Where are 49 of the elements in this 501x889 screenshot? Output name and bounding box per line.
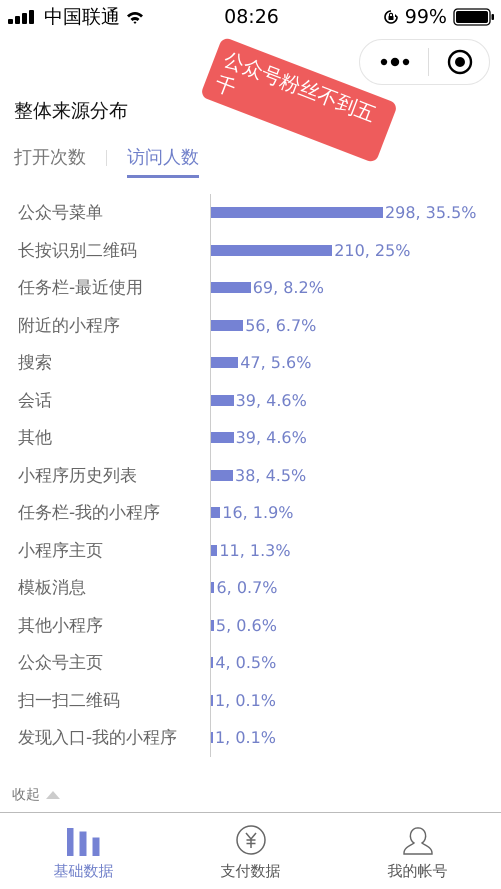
row-label: 模板消息 [18, 577, 87, 600]
yen-coin-icon[interactable] [234, 824, 266, 856]
bar-value: 1, 0.1% [215, 690, 276, 710]
clock-time: 08:26 [224, 6, 279, 28]
carrier-name: 中国联通 [44, 5, 120, 30]
bar-value: 6, 0.7% [216, 578, 278, 598]
wifi-icon [126, 10, 144, 24]
sticker-label: 公众号粉丝不到五千 [200, 36, 398, 164]
row-label: 其他小程序 [18, 614, 104, 637]
row-label: 小程序主页 [18, 540, 104, 562]
user-icon[interactable] [402, 826, 434, 856]
bar-value: 39, 4.6% [236, 428, 307, 448]
row-label: 搜索 [18, 352, 53, 374]
bar-value: 5, 0.6% [216, 616, 277, 635]
section-title: 整体来源分布 [14, 99, 128, 124]
row-label: 长按识别二维码 [18, 240, 138, 262]
bar-value: 38, 4.5% [235, 466, 306, 485]
rotation-lock-icon [382, 9, 399, 25]
tab-bar-item[interactable]: 支付数据 [220, 862, 280, 881]
collapse-link[interactable]: 收起 [12, 786, 40, 804]
bar-value: 298, 35.5% [384, 203, 477, 222]
row-label: 任务栏-最近使用 [18, 277, 144, 300]
row-label: 会话 [18, 390, 53, 412]
row-label: 扫一扫二维码 [18, 690, 121, 712]
row-label: 小程序历史列表 [18, 464, 138, 487]
battery-percent: 99% [404, 6, 447, 28]
bar-value: 56, 6.7% [245, 316, 316, 335]
row-label: 发现入口-我的小程序 [18, 727, 178, 750]
bar-value: 1, 0.1% [215, 728, 276, 748]
tab[interactable]: 打开次数 [14, 138, 86, 178]
bar-value: 11, 1.3% [219, 540, 291, 560]
bar-value: 69, 8.2% [252, 278, 324, 298]
tab-bar-item[interactable]: 基础数据 [54, 862, 114, 881]
row-label: 其他 [18, 427, 53, 450]
row-label: 附近的小程序 [18, 314, 121, 337]
bar-value: 47, 5.6% [240, 353, 312, 372]
menu-capsule[interactable] [359, 39, 490, 85]
bar-chart-icon[interactable] [66, 828, 100, 856]
row-label: 任务栏-我的小程序 [18, 502, 162, 524]
tab[interactable]: 访问人数 [127, 138, 199, 178]
bar-value: 210, 25% [334, 240, 410, 260]
tab-bar-item[interactable]: 我的帐号 [388, 862, 448, 881]
more-icon[interactable] [380, 57, 410, 67]
bar-value: 16, 1.9% [222, 503, 294, 522]
battery-icon [452, 8, 495, 26]
row-label: 公众号主页 [18, 652, 104, 674]
row-label: 公众号菜单 [18, 202, 104, 224]
bar-value: 39, 4.6% [236, 390, 307, 410]
bar-value: 4, 0.5% [215, 653, 276, 672]
